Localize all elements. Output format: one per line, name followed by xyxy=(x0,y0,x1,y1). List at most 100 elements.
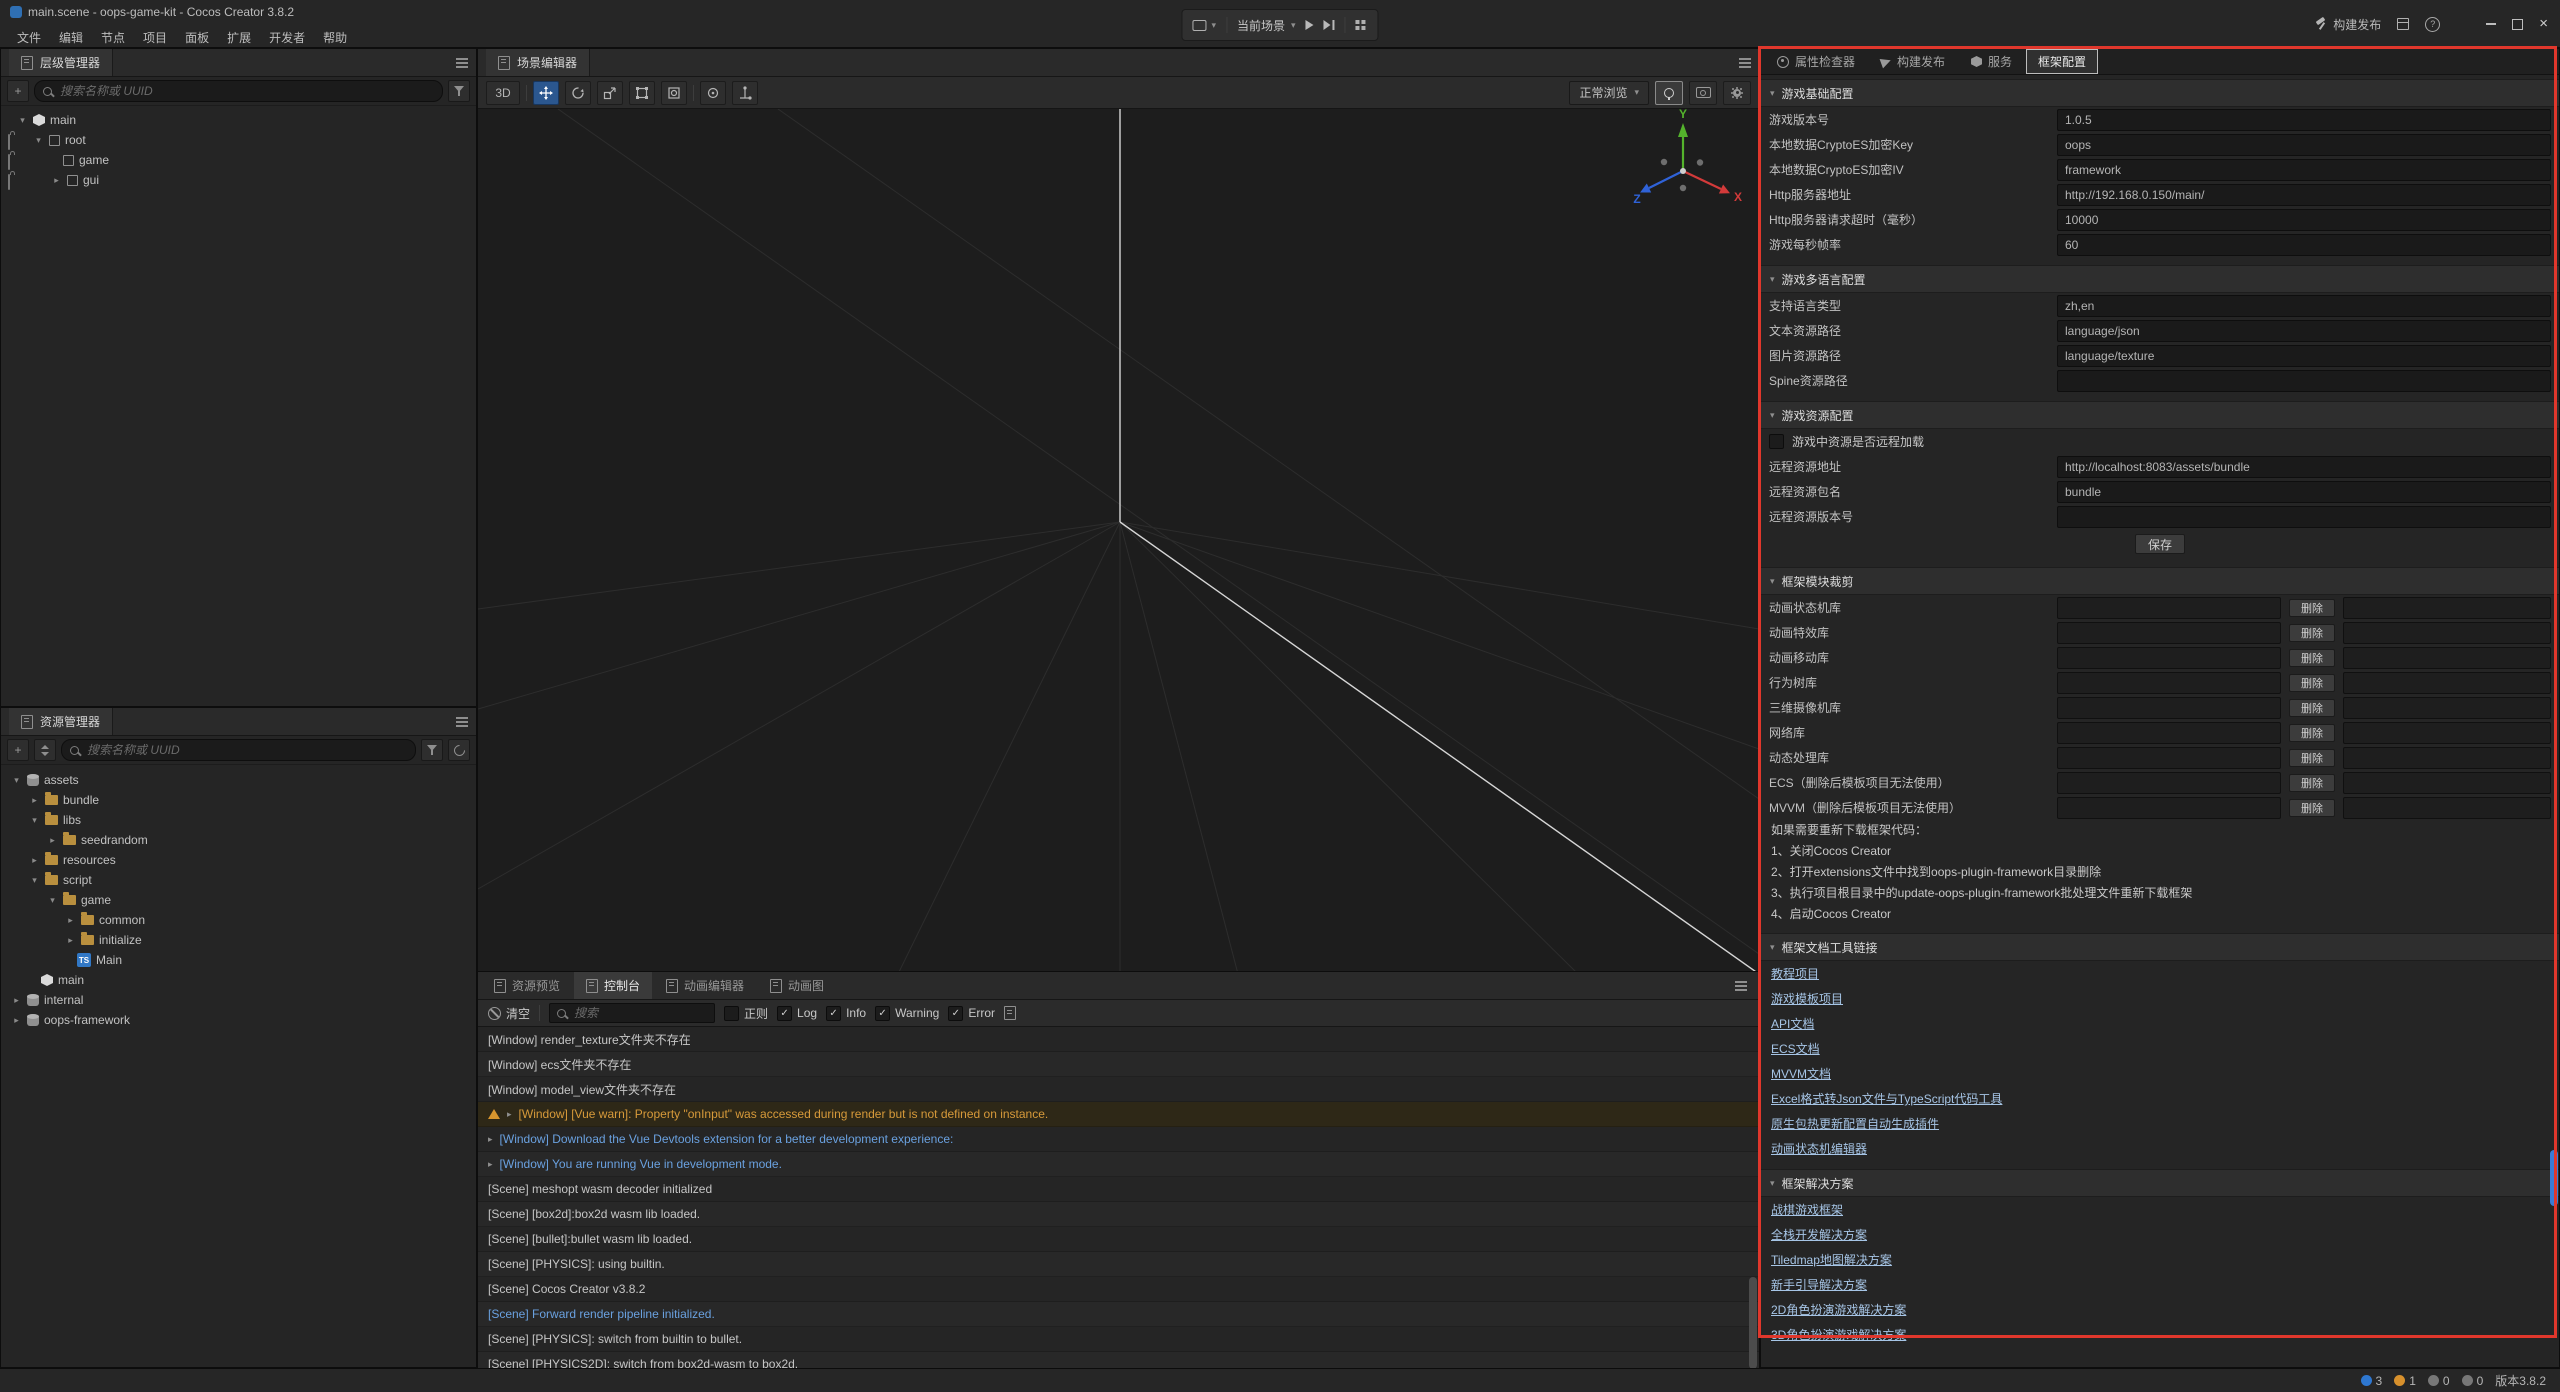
solution-link[interactable]: 2D角色扮演游戏解决方案 xyxy=(1771,1301,1906,1318)
maximize-button[interactable] xyxy=(2512,19,2523,30)
doc-link[interactable]: 教程项目 xyxy=(1771,965,1819,982)
axis-gizmo[interactable]: Y X Z xyxy=(1633,109,1742,206)
chevron-right-icon[interactable]: ▸ xyxy=(29,795,40,806)
chevron-down-icon[interactable]: ▾ xyxy=(33,135,44,146)
expand-arrow-icon[interactable]: ▸ xyxy=(488,1134,493,1145)
section-basic-config[interactable]: ▾ 游戏基础配置 xyxy=(1761,79,2559,107)
doc-link[interactable]: Excel格式转Json文件与TypeScript代码工具 xyxy=(1771,1090,2002,1107)
doc-link[interactable]: 动画状态机编辑器 xyxy=(1771,1140,1867,1157)
menu-node[interactable]: 节点 xyxy=(92,27,134,48)
section-doc-links[interactable]: ▾ 框架文档工具链接 xyxy=(1761,933,2559,961)
menu-developer[interactable]: 开发者 xyxy=(260,27,314,48)
tab-build-publish[interactable]: 构建发布 xyxy=(1869,49,1957,74)
tab-property-inspector[interactable]: 属性检查器 xyxy=(1765,49,1867,74)
tab-framework-config[interactable]: 框架配置 xyxy=(2026,49,2098,74)
tree-item-common[interactable]: ▸ common xyxy=(1,910,476,930)
chevron-right-icon[interactable]: ▸ xyxy=(29,855,40,866)
lock-icon[interactable] xyxy=(8,175,10,189)
scene-settings-button[interactable] xyxy=(1723,81,1751,105)
tree-item-libs[interactable]: ▾ libs xyxy=(1,810,476,830)
tree-item-seedrandom[interactable]: ▸ seedrandom xyxy=(1,830,476,850)
hierarchy-tab[interactable]: 层级管理器 xyxy=(9,49,113,76)
log-row[interactable]: [Scene] [box2d]:box2d wasm lib loaded. xyxy=(478,1202,1759,1227)
build-publish-button[interactable]: 构建发布 xyxy=(2315,16,2381,33)
inspector-scrollbar[interactable] xyxy=(2550,1150,2558,1206)
log-row[interactable]: [Scene] [PHYSICS]: switch from builtin t… xyxy=(478,1327,1759,1352)
assets-tab[interactable]: 资源管理器 xyxy=(9,708,113,735)
tree-item-game-folder[interactable]: ▾ game xyxy=(1,890,476,910)
tab-console[interactable]: 控制台 xyxy=(574,972,652,999)
solution-link[interactable]: 战棋游戏框架 xyxy=(1771,1201,1843,1218)
tree-item-root[interactable]: ▾ root xyxy=(1,130,476,150)
menu-extension[interactable]: 扩展 xyxy=(218,27,260,48)
filter-error-toggle[interactable]: Error xyxy=(948,1006,995,1021)
hierarchy-search[interactable] xyxy=(34,80,443,102)
menu-project[interactable]: 项目 xyxy=(134,27,176,48)
chevron-right-icon[interactable]: ▸ xyxy=(65,915,76,926)
rect-tool-button[interactable] xyxy=(629,81,655,105)
play-button[interactable] xyxy=(1306,20,1314,30)
layout-grid-icon[interactable] xyxy=(1356,20,1360,24)
log-row[interactable]: [Window] ecs文件夹不存在 xyxy=(478,1052,1759,1077)
panel-menu-icon[interactable] xyxy=(456,62,468,64)
regex-toggle[interactable]: 正则 xyxy=(724,1005,768,1022)
lock-icon[interactable] xyxy=(8,155,10,169)
add-asset-button[interactable]: + xyxy=(7,739,29,761)
solution-link[interactable]: 新手引导解决方案 xyxy=(1771,1276,1867,1293)
panel-menu-icon[interactable] xyxy=(1739,62,1751,64)
remote-version-input[interactable] xyxy=(2057,506,2551,528)
solution-link[interactable]: 全栈开发解决方案 xyxy=(1771,1226,1867,1243)
http-server-input[interactable] xyxy=(2057,184,2551,206)
tree-item-resources[interactable]: ▸ resources xyxy=(1,850,476,870)
log-row[interactable]: [Scene] [PHYSICS]: using builtin. xyxy=(478,1252,1759,1277)
doc-link[interactable]: ECS文档 xyxy=(1771,1040,1820,1057)
tree-item-assets[interactable]: ▾ assets xyxy=(1,770,476,790)
tab-animation-editor[interactable]: 动画编辑器 xyxy=(654,972,756,999)
save-button[interactable]: 保存 xyxy=(2135,534,2185,554)
delete-button[interactable]: 删除 xyxy=(2289,599,2335,617)
chevron-right-icon[interactable]: ▸ xyxy=(11,1015,22,1026)
section-solutions[interactable]: ▾ 框架解决方案 xyxy=(1761,1169,2559,1197)
scene-viewport[interactable]: Y X Z xyxy=(478,109,1759,974)
view-mode-dropdown[interactable]: 正常浏览 ▾ xyxy=(1569,81,1649,105)
panel-menu-icon[interactable] xyxy=(1735,985,1747,987)
scene-light-toggle[interactable] xyxy=(1655,81,1683,105)
doc-link[interactable]: API文档 xyxy=(1771,1015,1814,1032)
regex-checkbox[interactable] xyxy=(724,1006,739,1021)
error-count[interactable]: 0 xyxy=(2428,1374,2450,1388)
doc-link[interactable]: 原生包热更新配置自动生成插件 xyxy=(1771,1115,1939,1132)
misc-count[interactable]: 0 xyxy=(2462,1374,2484,1388)
remote-load-checkbox[interactable] xyxy=(1769,434,1784,449)
panel-menu-icon[interactable] xyxy=(456,721,468,723)
chevron-down-icon[interactable]: ▾ xyxy=(47,895,58,906)
tree-item-internal[interactable]: ▸ internal xyxy=(1,990,476,1010)
log-row[interactable]: [Window] render_texture文件夹不存在 xyxy=(478,1027,1759,1052)
scene-editor-tab[interactable]: 场景编辑器 xyxy=(486,49,590,76)
transform-tool-button[interactable] xyxy=(661,81,687,105)
minimize-button[interactable] xyxy=(2486,23,2496,25)
log-row[interactable]: [Scene] Forward render pipeline initiali… xyxy=(478,1302,1759,1327)
step-button[interactable] xyxy=(1324,20,1335,30)
tree-item-game[interactable]: game xyxy=(1,150,476,170)
http-timeout-input[interactable] xyxy=(2057,209,2551,231)
hierarchy-search-input[interactable] xyxy=(58,83,434,99)
warning-checkbox[interactable] xyxy=(875,1006,890,1021)
rotate-tool-button[interactable] xyxy=(565,81,591,105)
expand-arrow-icon[interactable]: ▸ xyxy=(507,1109,512,1120)
error-checkbox[interactable] xyxy=(948,1006,963,1021)
delete-button[interactable]: 删除 xyxy=(2289,649,2335,667)
log-checkbox[interactable] xyxy=(777,1006,792,1021)
log-row[interactable]: [Scene] Cocos Creator v3.8.2 xyxy=(478,1277,1759,1302)
tab-asset-preview[interactable]: 资源预览 xyxy=(482,972,572,999)
section-module-trim[interactable]: ▾ 框架模块裁剪 xyxy=(1761,567,2559,595)
chevron-down-icon[interactable]: ▾ xyxy=(29,815,40,826)
delete-button[interactable]: 删除 xyxy=(2289,699,2335,717)
log-row[interactable]: [Scene] meshopt wasm decoder initialized xyxy=(478,1177,1759,1202)
game-version-input[interactable] xyxy=(2057,109,2551,131)
preview-target-dropdown[interactable]: ▾ xyxy=(1192,20,1216,31)
console-scrollbar[interactable] xyxy=(1749,1277,1757,1369)
tab-service[interactable]: 服务 xyxy=(1959,49,2024,74)
tree-item-main-ts[interactable]: TS Main xyxy=(1,950,476,970)
menu-edit[interactable]: 编辑 xyxy=(50,27,92,48)
delete-button[interactable]: 删除 xyxy=(2289,624,2335,642)
